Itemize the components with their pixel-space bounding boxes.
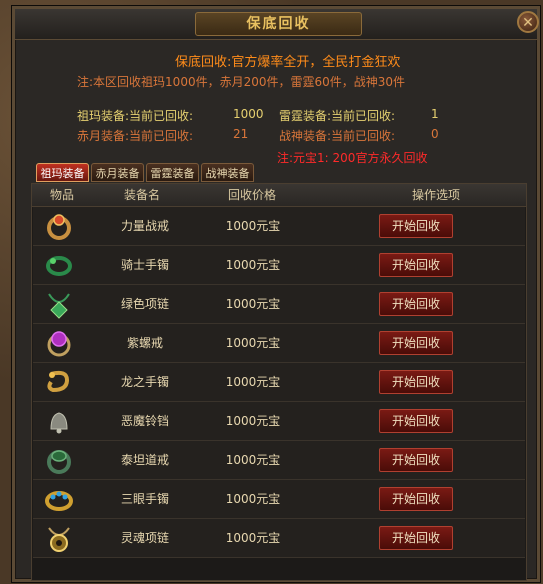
recycle-button[interactable]: 开始回收 [379,292,453,316]
panel-title: 保底回收 [195,12,362,36]
bell-icon [50,412,68,434]
stat-zhanshen: 战神装备:当前已回收: [279,127,395,144]
limit-note: 注:本区回收祖玛1000件，赤月200件，雷霆60件，战神30件 [77,75,406,89]
table-row: 力量战戒 1000元宝 开始回收 [33,207,525,246]
header-item: 物品 [50,188,75,202]
table-row: 骑士手镯 1000元宝 开始回收 [33,246,525,285]
recycle-button[interactable]: 开始回收 [379,487,453,511]
item-name: 紫螺戒 [126,336,163,350]
item-name: 泰坦道戒 [120,453,169,467]
bracelet-icon [46,256,72,276]
bracelet-icon [45,491,73,511]
item-name: 恶魔铃铛 [120,414,169,428]
item-price: 1000元宝 [225,531,281,545]
necklace-icon [48,527,70,552]
ring-icon [47,450,71,474]
table-row: 恶魔铃铛 1000元宝 开始回收 [33,402,525,441]
table-row: 泰坦道戒 1000元宝 开始回收 [33,441,525,480]
item-name: 绿色项链 [120,297,169,311]
stat-value: 21 [233,127,249,141]
table-row: 灵魂项链 1000元宝 开始回收 [33,519,525,558]
stat-value: 0 [431,127,439,141]
stat-label: 赤月装备:当前已回收: [77,129,194,143]
item-price: 1000元宝 [225,492,281,506]
stat-label: 战神装备:当前已回收: [279,129,396,143]
item-price: 1000元宝 [225,453,281,467]
table-row: 三眼手镯 1000元宝 开始回收 [33,480,525,519]
ring-icon [47,331,71,357]
table-row: 绿色项链 1000元宝 开始回收 [33,285,525,324]
stat-label: 雷霆装备:当前已回收: [279,109,396,123]
header-action: 操作选项 [412,188,461,202]
header-name: 装备名 [124,188,161,202]
rate-note: 注:元宝1: 200官方永久回收 [277,151,428,165]
item-price: 1000元宝 [225,375,281,389]
item-name: 力量战戒 [120,219,169,233]
ring-icon [47,214,71,240]
table-row: 龙之手镯 1000元宝 开始回收 [33,363,525,402]
recycle-button[interactable]: 开始回收 [379,448,453,472]
recycle-panel: 保底回收 ✕ 保底回收:官方爆率全开，全民打金狂欢 注:本区回收祖玛1000件，… [12,6,540,582]
item-price: 1000元宝 [225,414,281,428]
bracelet-icon [47,370,70,393]
item-name: 龙之手镯 [120,375,169,389]
necklace-icon [48,293,70,319]
stat-value: 1000 [233,107,264,121]
item-price: 1000元宝 [225,219,281,233]
stat-chiyue: 赤月装备:当前已回收: [77,127,193,144]
table-header: 物品 装备名 回收价格 操作选项 [32,184,526,207]
stat-value: 1 [431,107,439,121]
stat-leiting: 雷霆装备:当前已回收: [279,107,395,124]
header-price: 回收价格 [228,188,277,202]
recycle-button[interactable]: 开始回收 [379,331,453,355]
recycle-button[interactable]: 开始回收 [379,370,453,394]
item-name: 骑士手镯 [120,258,169,272]
item-name: 灵魂项链 [120,531,169,545]
close-button[interactable]: ✕ [517,11,539,33]
headline: 保底回收:官方爆率全开，全民打金狂欢 [175,55,401,70]
tab-zhanshen[interactable]: 战神装备 [201,163,254,182]
tab-zuma[interactable]: 祖玛装备 [36,163,89,182]
table-row: 紫螺戒 1000元宝 开始回收 [33,324,525,363]
stat-zuma: 祖玛装备:当前已回收: [77,107,193,124]
recycle-button[interactable]: 开始回收 [379,526,453,550]
title-bar: 保底回收 ✕ [15,9,539,40]
item-name: 三眼手镯 [120,492,169,506]
tab-chiyue[interactable]: 赤月装备 [91,163,144,182]
recycle-button[interactable]: 开始回收 [379,409,453,433]
item-price: 1000元宝 [225,336,281,350]
item-price: 1000元宝 [225,297,281,311]
stat-label: 祖玛装备:当前已回收: [77,109,194,123]
item-table: 物品 装备名 回收价格 操作选项 力量战戒 1000元宝 开始回收 骑士手镯 1… [31,183,527,581]
recycle-button[interactable]: 开始回收 [379,253,453,277]
item-price: 1000元宝 [225,258,281,272]
tab-leiting[interactable]: 雷霆装备 [146,163,199,182]
recycle-button[interactable]: 开始回收 [379,214,453,238]
